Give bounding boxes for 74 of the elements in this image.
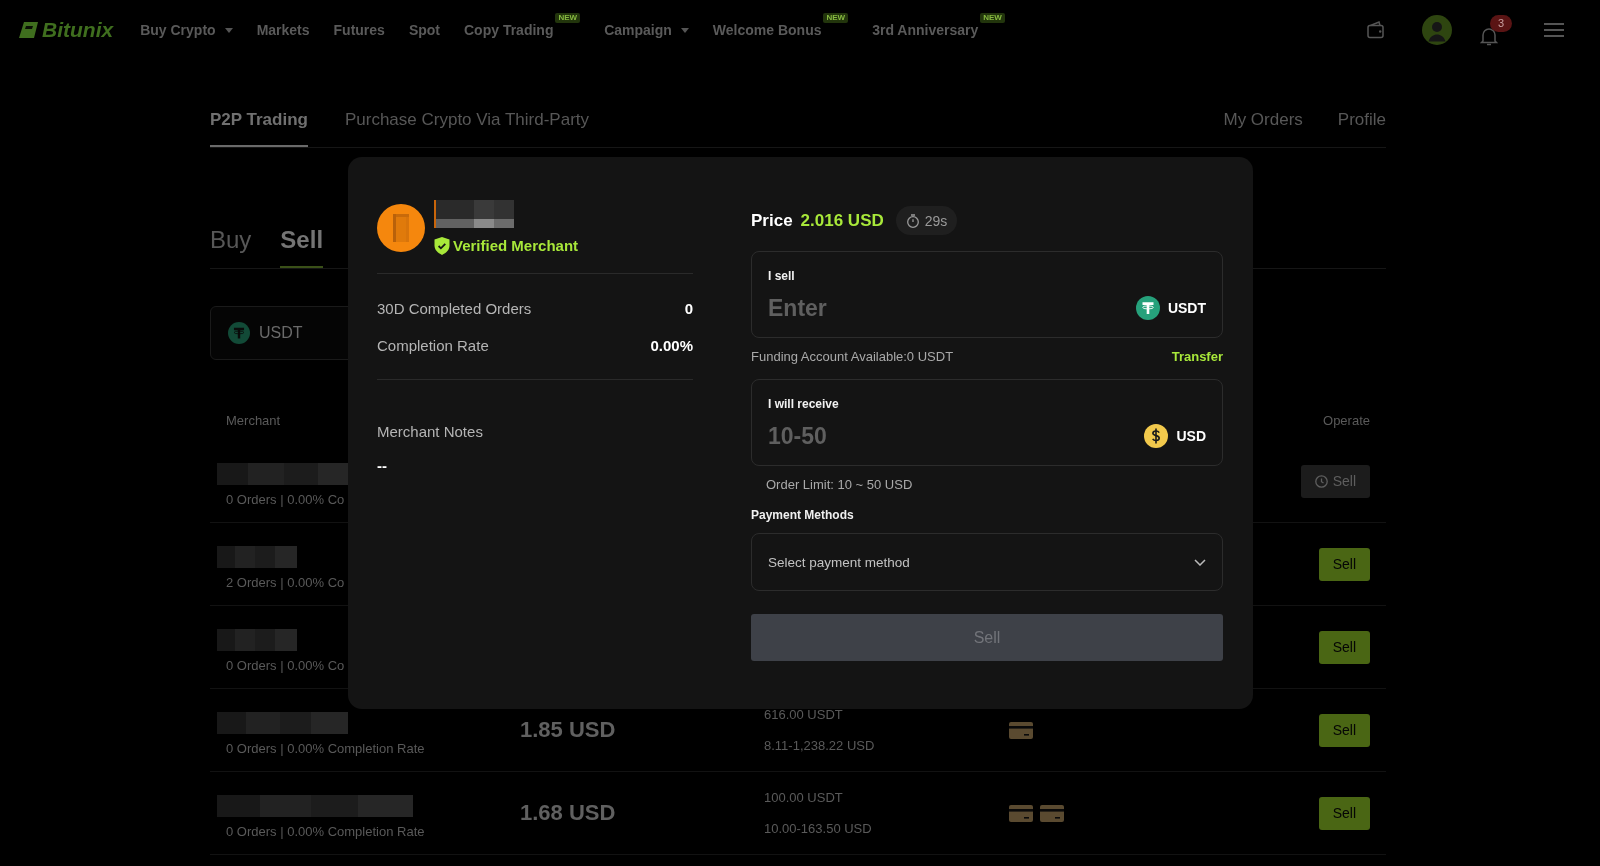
nav-link[interactable]: Spot	[408, 13, 440, 47]
nav-link[interactable]: Markets	[256, 13, 310, 47]
notes-label: Merchant Notes	[377, 422, 483, 442]
wallet-icon[interactable]	[1367, 21, 1385, 39]
countdown-text: 29s	[924, 212, 948, 229]
avatar-icon[interactable]	[1422, 15, 1452, 45]
sell-button[interactable]: Sell	[1318, 547, 1370, 581]
funding-balance: Funding Account Available:0 USDT	[751, 348, 954, 364]
notes-text: --	[377, 457, 387, 475]
transfer-link[interactable]: Transfer	[1171, 348, 1223, 364]
asset-label: USDT	[259, 324, 303, 342]
field-label: I will receive	[768, 397, 840, 411]
card-icon	[1040, 804, 1064, 822]
merchant-stats: 0 Orders | 0.00% Co	[226, 658, 345, 674]
order-limits: 8.11-1,238.22 USD	[764, 737, 875, 754]
new-badge: NEW	[555, 13, 581, 23]
amount-input[interactable]: 10-50	[768, 421, 1145, 451]
page-link[interactable]: Profile	[1337, 110, 1386, 130]
amount-input[interactable]: Enter	[768, 293, 1136, 323]
dollar-coin-icon	[1144, 424, 1169, 448]
logo-icon	[17, 21, 39, 39]
sell-button[interactable]: Sell	[1318, 630, 1370, 664]
column-header: Merchant	[226, 412, 281, 428]
card-icon	[1009, 721, 1033, 739]
page-link[interactable]: My Orders	[1223, 110, 1303, 130]
chevron-down-icon	[1194, 558, 1206, 566]
nav-link[interactable]: Copy Trading NEW	[464, 13, 581, 47]
column-header: Operate	[1323, 412, 1370, 428]
merchant-stats: 0 Orders | 0.00% Co	[226, 492, 345, 508]
currency-label: USDT	[1167, 300, 1206, 316]
notification-badge: 3	[1490, 14, 1512, 32]
amount-field[interactable]: I sell Enter USDT	[751, 251, 1223, 338]
clock-icon	[1314, 474, 1328, 488]
available-amount: 100.00 USDT	[764, 789, 843, 806]
card-icon	[1009, 804, 1033, 822]
bell-icon[interactable]	[1480, 25, 1498, 46]
price-value: 2.016 USD	[800, 210, 884, 231]
tether-coin-icon	[1135, 296, 1160, 320]
menu-icon[interactable]	[1544, 22, 1564, 38]
currency-label: USD	[1176, 428, 1206, 444]
field-label: I sell	[768, 269, 796, 283]
stat-value: 0	[684, 299, 693, 317]
stat-value: 0.00%	[650, 336, 693, 354]
verified-label: Verified Merchant	[453, 237, 579, 255]
sell-button[interactable]: Sell	[1318, 796, 1370, 830]
stopwatch-icon	[905, 213, 920, 228]
new-badge: NEW	[980, 13, 1005, 23]
nav-link[interactable]: 3rd Anniversary NEW	[872, 13, 1005, 47]
brand-name: Bitunix	[42, 18, 114, 42]
payment-methods-label: Payment Methods	[751, 507, 854, 523]
order-limits: 10.00-163.50 USD	[764, 820, 872, 837]
price-text: 1.85 USD	[520, 717, 616, 742]
merchant-stats: 2 Orders | 0.00% Co	[226, 575, 345, 591]
price-label: Price	[751, 210, 793, 231]
page-tab[interactable]: Purchase Crypto Via Third-Party	[344, 110, 590, 147]
nav-link[interactable]: Welcome Bonus NEW	[712, 13, 849, 47]
nav-link[interactable]: Buy Crypto	[140, 13, 233, 47]
available-amount: 616.00 USDT	[764, 706, 843, 723]
order-limit: Order Limit: 10 ~ 50 USD	[766, 477, 913, 493]
new-badge: NEW	[823, 13, 849, 23]
nav-link[interactable]: Futures	[333, 13, 385, 47]
trade-tab[interactable]: Sell	[280, 226, 324, 268]
avatar-icon	[377, 203, 425, 252]
payment-method-select[interactable]: Select payment method	[751, 533, 1223, 591]
price-text: 1.68 USD	[520, 800, 616, 825]
shield-check-icon	[434, 237, 450, 255]
trade-tab[interactable]: Buy	[210, 226, 252, 268]
merchant-stats: 0 Orders | 0.00% Completion Rate	[226, 741, 425, 757]
tether-coin-icon	[228, 322, 250, 344]
nav-link[interactable]: Campaign	[604, 13, 689, 47]
sell-button[interactable]: Sell	[1318, 713, 1370, 747]
amount-field[interactable]: I will receive 10-50 USD	[751, 379, 1223, 466]
page-tab[interactable]: P2P Trading	[210, 110, 308, 147]
merchant-stats: 0 Orders | 0.00% Completion Rate	[226, 824, 425, 840]
